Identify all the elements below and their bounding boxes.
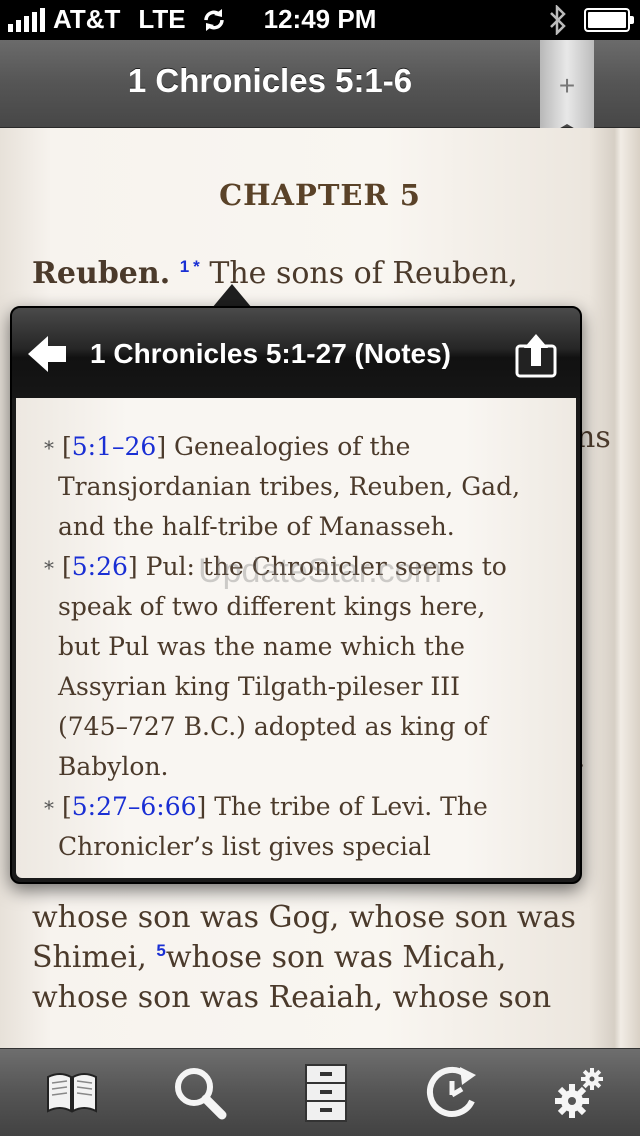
- tab-library[interactable]: [40, 1061, 104, 1125]
- tab-settings[interactable]: [548, 1061, 612, 1125]
- share-button[interactable]: [514, 332, 558, 378]
- status-right: [548, 5, 634, 35]
- share-icon: [515, 334, 557, 378]
- note-text: speak of two different kings here,: [58, 592, 486, 621]
- clock: 12:49 PM: [263, 4, 377, 34]
- verse-text: whose son was Micah,: [165, 940, 507, 975]
- notes-list[interactable]: * [5:1–26] Genealogies of the Transjordan…: [16, 398, 576, 878]
- verse-fragment: ns: [576, 420, 611, 455]
- note-text: and the half-tribe of Manasseh.: [58, 512, 455, 541]
- note-text: (745–727 B.C.) adopted as king of: [58, 712, 488, 741]
- back-button[interactable]: [26, 334, 80, 374]
- note-item[interactable]: * [5:1–26] Genealogies of the: [44, 432, 410, 461]
- verse-number[interactable]: 5: [156, 941, 165, 960]
- note-marker[interactable]: *: [193, 257, 200, 276]
- back-arrow-icon: [28, 336, 66, 372]
- status-bar: AT&T LTE 12:49 PM: [0, 0, 640, 40]
- notes-popover: 1 Chronicles 5:1-27 (Notes) * [5:1–26] Ge…: [10, 306, 582, 884]
- watermark: UpdateStar.com: [198, 552, 442, 590]
- verse-text: Shimei,: [32, 940, 147, 975]
- popover-arrow: [212, 284, 252, 308]
- note-marker: *: [44, 436, 54, 460]
- verse-number[interactable]: 1: [180, 257, 189, 276]
- verse-line: whose son was Reaiah, whose son: [32, 980, 552, 1015]
- note-text: Transjordanian tribes, Reuben, Gad,: [58, 472, 521, 501]
- passage-title: 1 Chronicles 5:1-6: [127, 62, 413, 99]
- chapter-heading: CHAPTER 5: [219, 178, 421, 212]
- note-reference-link[interactable]: 5:27–6:66: [72, 792, 197, 821]
- note-item[interactable]: * [5:27–6:66] The tribe of Levi. The: [44, 792, 488, 821]
- history-icon: [426, 1066, 476, 1117]
- verse-line: Shimei, 5whose son was Micah,: [32, 940, 622, 975]
- section-heading: Reuben.: [32, 256, 171, 291]
- file-cabinet-icon: [305, 1064, 347, 1122]
- note-text: Chronicler’s list gives special: [58, 832, 431, 861]
- note-text: The tribe of Levi. The: [206, 792, 488, 821]
- note-text: Babylon.: [58, 752, 169, 781]
- verse-line: Reuben. 1 * The sons of Reuben,: [32, 256, 622, 291]
- note-text: but Pul was the name which the: [58, 632, 465, 661]
- note-reference-link[interactable]: 5:1–26: [72, 432, 157, 461]
- note-text: Genealogies of the: [166, 432, 411, 461]
- battery-icon: [584, 8, 634, 32]
- plus-icon: +: [558, 70, 576, 101]
- tab-notes[interactable]: [294, 1061, 358, 1125]
- popover-title: 1 Chronicles 5:1-27 (Notes): [90, 338, 451, 369]
- tab-search[interactable]: [168, 1061, 232, 1125]
- verse-fragment: .: [576, 740, 616, 775]
- search-icon: [175, 1068, 227, 1120]
- tab-bar: [0, 1048, 640, 1136]
- tab-history[interactable]: [420, 1061, 484, 1125]
- book-icon: [47, 1073, 97, 1113]
- verse-line: whose son was Gog, whose son was: [32, 900, 576, 935]
- bluetooth-icon: [550, 5, 566, 35]
- note-marker: *: [44, 796, 54, 820]
- settings-icon: [555, 1068, 603, 1118]
- note-text: Assyrian king Tilgath-pileser III: [58, 672, 461, 701]
- popover-header: 1 Chronicles 5:1-27 (Notes): [12, 308, 580, 398]
